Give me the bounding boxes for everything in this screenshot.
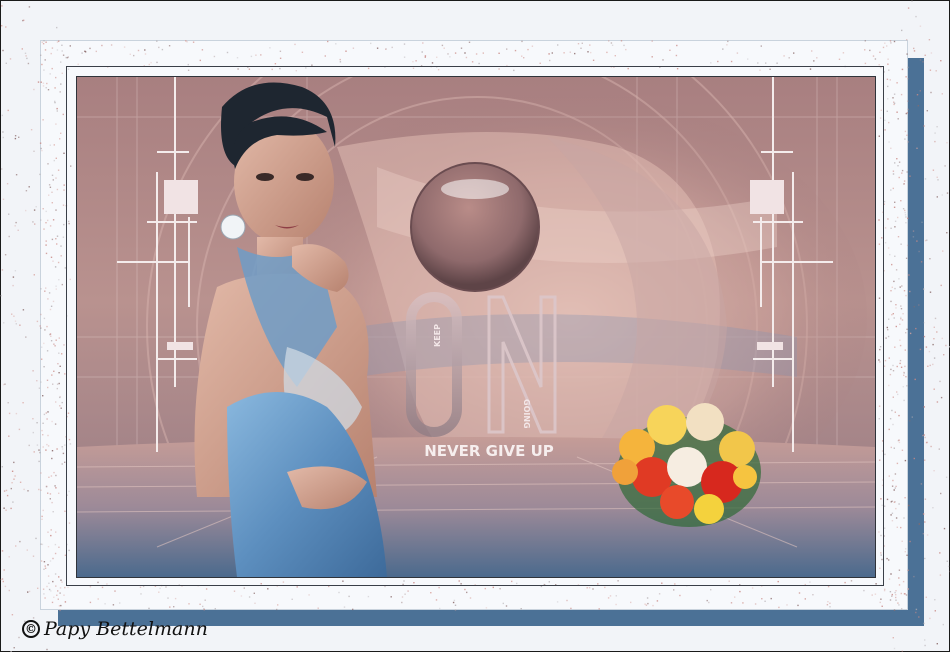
copyright-icon: ©: [22, 620, 40, 638]
tagline: NEVER GIVE UP: [424, 442, 554, 460]
right-deco-square: [750, 180, 784, 214]
left-deco-bar: [167, 342, 193, 350]
artwork-canvas: KEEP GOING NEVER GIVE UP: [77, 77, 875, 577]
earring: [220, 214, 246, 240]
right-deco-bar: [757, 342, 783, 350]
bubble-highlight: [441, 179, 509, 199]
left-deco-square: [164, 180, 198, 214]
going-label: GOING: [522, 399, 531, 429]
artist-signature: © Papy Bettelmann: [22, 618, 208, 640]
artwork-panel: KEEP GOING NEVER GIVE UP: [76, 76, 876, 578]
author-name: Papy Bettelmann: [44, 618, 208, 640]
keep-label: KEEP: [433, 324, 442, 347]
